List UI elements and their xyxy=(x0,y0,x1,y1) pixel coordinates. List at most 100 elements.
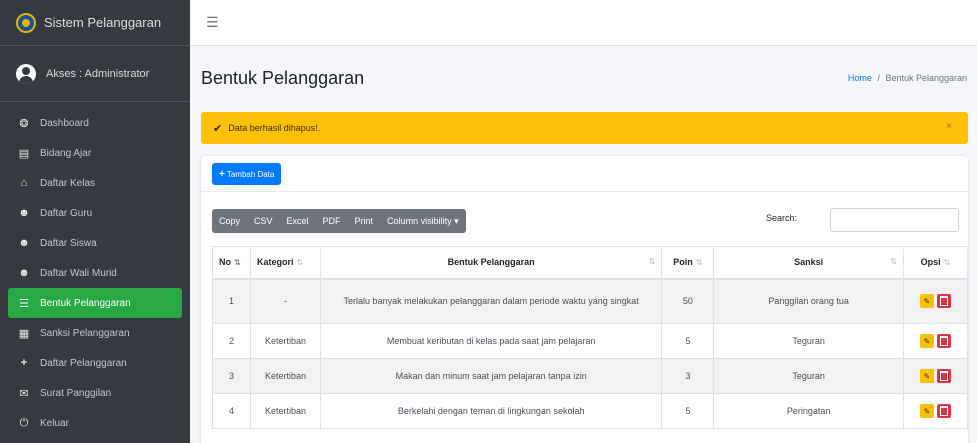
users-icon: ☻ xyxy=(18,207,30,219)
column-header-kategori[interactable]: Kategori ⇅ xyxy=(249,246,321,280)
table-row: 4 Ketertiban Berkelahi dengan teman di l… xyxy=(212,393,968,429)
delete-icon[interactable] xyxy=(937,404,951,418)
cell-opsi: ✎ xyxy=(903,393,968,429)
table-row: 3 Ketertiban Makan dan minum saat jam pe… xyxy=(212,358,968,394)
brand-text: Sistem Pelanggaran xyxy=(44,15,162,30)
sidebar-item-surat-panggilan[interactable]: ✉ Surat Panggilan xyxy=(8,378,182,408)
sidebar-item-label: Bidang Ajar xyxy=(40,147,92,159)
sidebar-item-bidang-ajar[interactable]: ▤ Bidang Ajar xyxy=(8,138,182,168)
edit-icon[interactable]: ✎ xyxy=(920,294,934,309)
breadcrumb: Home / Bentuk Pelanggaran xyxy=(848,73,967,83)
brand-logo-icon xyxy=(16,12,36,33)
user-icon xyxy=(16,63,36,84)
cell-kategori: Ketertiban xyxy=(249,323,321,359)
table-row: 2 Ketertiban Membuat keributan di kelas … xyxy=(212,323,968,359)
add-data-button[interactable]: + Tambah Data xyxy=(212,163,282,185)
cell-poin: 3 xyxy=(661,358,715,394)
close-icon[interactable]: × xyxy=(946,121,952,132)
violations-table: No ⇅ Kategori ⇅ Bentuk Pelanggaran ⇅ Poin ⇅ … xyxy=(212,246,968,429)
plus-icon: + xyxy=(20,357,28,369)
cell-sanksi: Teguran xyxy=(713,323,905,359)
table-header-row: No ⇅ Kategori ⇅ Bentuk Pelanggaran ⇅ Poin ⇅ … xyxy=(212,246,968,280)
check-icon: ✔ xyxy=(213,122,223,135)
sort-icon: ⇅ xyxy=(296,258,304,268)
column-header-bentuk-pelanggaran[interactable]: Bentuk Pelanggaran ⇅ xyxy=(319,246,663,280)
sidebar-item-daftar-pelanggaran[interactable]: + Daftar Pelanggaran xyxy=(8,348,182,378)
print-button[interactable]: Print xyxy=(348,209,381,233)
sort-icon: ⇅ xyxy=(234,258,241,268)
brand-link[interactable]: Sistem Pelanggaran xyxy=(0,0,190,46)
cell-opsi: ✎ xyxy=(903,278,968,324)
success-alert: ✔ Data berhasil dihapus!. × xyxy=(201,112,968,144)
sidebar-item-daftar-kelas[interactable]: ⌂ Daftar Kelas xyxy=(8,168,182,198)
hamburger-icon[interactable]: ☰ xyxy=(206,14,219,31)
sidebar-item-label: Bentuk Pelanggaran xyxy=(40,297,131,309)
column-header-sanksi[interactable]: Sanksi ⇅ xyxy=(713,246,905,280)
edit-icon[interactable]: ✎ xyxy=(920,369,934,383)
list-icon: ☰ xyxy=(19,297,29,310)
cell-kategori: Ketertiban xyxy=(249,358,321,394)
sidebar-nav: ❂ Dashboard ▤ Bidang Ajar ⌂ Daftar Kelas… xyxy=(0,102,190,438)
sidebar-item-label: Daftar Wali Murid xyxy=(40,267,117,279)
sidebar-item-daftar-guru[interactable]: ☻ Daftar Guru xyxy=(8,198,182,228)
edit-icon[interactable]: ✎ xyxy=(920,334,934,348)
copy-button[interactable]: Copy xyxy=(212,209,247,233)
cell-kategori: Ketertiban xyxy=(249,393,321,429)
cell-bentuk: Makan dan minum saat jam pelajaran tanpa… xyxy=(319,358,663,394)
sidebar-item-label: Keluar xyxy=(40,417,69,429)
column-visibility-button[interactable]: Column visibility ▾ xyxy=(380,209,466,233)
plus-icon: + xyxy=(219,168,225,180)
sidebar-item-keluar[interactable]: ⏻ Keluar xyxy=(8,408,182,438)
cell-bentuk: Terlalu banyak melakukan pelanggaran dal… xyxy=(319,278,663,324)
breadcrumb-current: Bentuk Pelanggaran xyxy=(885,73,967,83)
add-data-label: Tambah Data xyxy=(226,169,275,179)
cell-no: 2 xyxy=(212,323,251,359)
edit-icon[interactable]: ✎ xyxy=(920,404,934,418)
search-input[interactable] xyxy=(830,208,959,232)
delete-icon[interactable] xyxy=(937,294,951,309)
column-header-poin[interactable]: Poin ⇅ xyxy=(661,246,715,280)
search-label: Search: xyxy=(766,213,798,223)
alert-message: Data berhasil dihapus!. xyxy=(228,123,321,133)
table-icon: ▦ xyxy=(18,327,30,340)
sidebar-item-dashboard[interactable]: ❂ Dashboard xyxy=(8,108,182,138)
dashboard-icon: ❂ xyxy=(19,117,29,130)
power-icon: ⏻ xyxy=(19,416,29,429)
csv-button[interactable]: CSV xyxy=(247,209,280,233)
cell-bentuk: Berkelahi dengan teman di lingkungan sek… xyxy=(319,393,663,429)
pdf-button[interactable]: PDF xyxy=(316,209,348,233)
user-panel: Akses : Administrator xyxy=(0,46,190,102)
sidebar-item-label: Dashboard xyxy=(40,117,89,129)
cell-poin: 5 xyxy=(661,393,715,429)
breadcrumb-home-link[interactable]: Home xyxy=(848,73,872,83)
excel-button[interactable]: Excel xyxy=(280,209,316,233)
users-icon: ☻ xyxy=(18,237,30,249)
cell-sanksi: Panggilan orang tua xyxy=(713,278,905,324)
sidebar-item-sanksi-pelanggaran[interactable]: ▦ Sanksi Pelanggaran xyxy=(8,318,182,348)
delete-icon[interactable] xyxy=(937,369,951,383)
book-icon: ▤ xyxy=(18,147,30,160)
mail-icon: ✉ xyxy=(19,387,29,400)
cell-sanksi: Teguran xyxy=(713,358,905,394)
cell-no: 1 xyxy=(212,278,251,324)
column-header-no[interactable]: No ⇅ xyxy=(212,246,251,280)
column-header-opsi[interactable]: Opsi ⇅ xyxy=(903,246,968,280)
table-row: 1 - Terlalu banyak melakukan pelanggaran… xyxy=(212,278,968,324)
top-navbar: ☰ xyxy=(190,0,977,46)
data-card: + Tambah Data Copy CSV Excel PDF Print C… xyxy=(201,156,968,443)
delete-icon[interactable] xyxy=(937,334,951,348)
sort-icon: ⇅ xyxy=(890,257,898,267)
sort-icon: ⇅ xyxy=(648,257,656,267)
sidebar-item-daftar-siswa[interactable]: ☻ Daftar Siswa xyxy=(8,228,182,258)
cell-kategori: - xyxy=(249,278,321,324)
sidebar-item-bentuk-pelanggaran[interactable]: ☰ Bentuk Pelanggaran xyxy=(8,288,182,318)
sidebar: Sistem Pelanggaran Akses : Administrator… xyxy=(0,0,190,443)
sort-icon: ⇅ xyxy=(943,258,951,268)
sidebar-item-label: Daftar Kelas xyxy=(40,177,96,189)
sidebar-item-daftar-wali-murid[interactable]: ☻ Daftar Wali Murid xyxy=(8,258,182,288)
cell-no: 3 xyxy=(212,358,251,394)
page-title: Bentuk Pelanggaran xyxy=(201,68,365,88)
cell-poin: 5 xyxy=(661,323,715,359)
sidebar-item-label: Daftar Guru xyxy=(40,207,93,219)
cell-opsi: ✎ xyxy=(903,323,968,359)
